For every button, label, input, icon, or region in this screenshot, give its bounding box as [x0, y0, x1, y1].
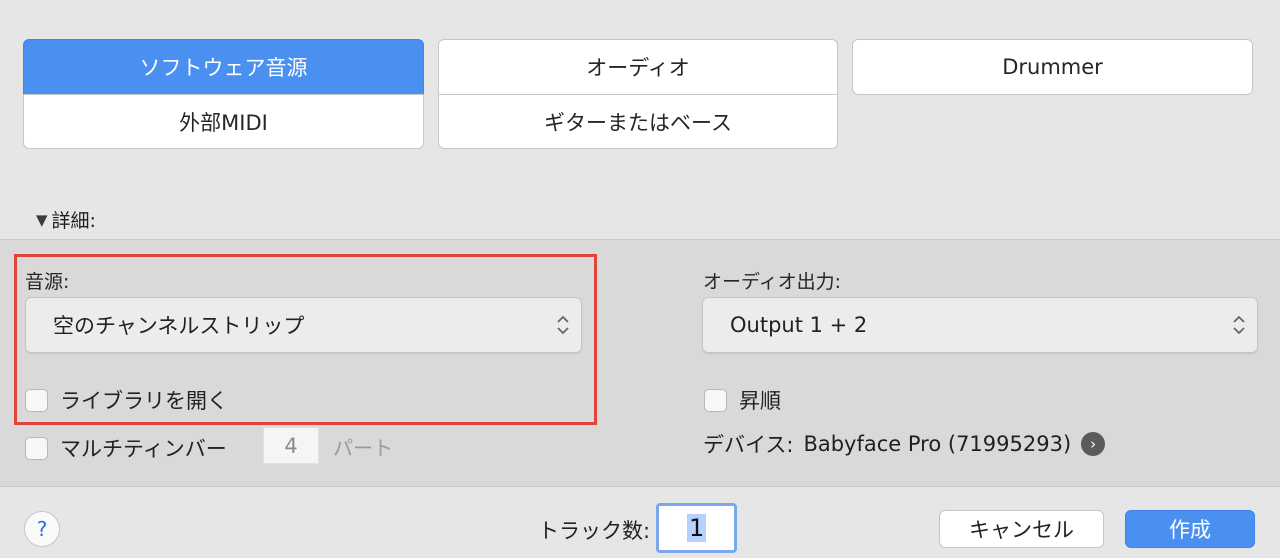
open-library-label: ライブラリを開く	[60, 389, 228, 413]
instrument-label: 音源:	[25, 271, 70, 293]
audio-output-popup[interactable]: Output 1 + 2	[702, 297, 1258, 353]
disclosure-triangle-down-icon: ▼	[36, 210, 48, 229]
up-down-chevrons-icon	[1233, 315, 1245, 335]
checkbox-box[interactable]	[25, 388, 48, 412]
software-instrument-button[interactable]: ソフトウェア音源	[23, 39, 424, 95]
track-type-panel: ソフトウェア音源 外部MIDI オーディオ ギターまたはベース Drummer …	[0, 0, 1280, 240]
audio-button[interactable]: オーディオ	[438, 39, 838, 95]
guitar-bass-button[interactable]: ギターまたはベース	[438, 94, 838, 149]
parts-unit-label: パート	[333, 436, 393, 460]
device-value: Babyface Pro (71995293)	[803, 432, 1072, 456]
help-icon: ?	[36, 517, 48, 541]
details-toggle[interactable]: ▼ 詳細:	[36, 206, 96, 233]
instrument-popup[interactable]: 空のチャンネルストリップ	[25, 297, 582, 353]
external-midi-button[interactable]: 外部MIDI	[23, 94, 424, 149]
cancel-button[interactable]: キャンセル	[939, 510, 1104, 548]
ascending-checkbox[interactable]: 昇順	[704, 385, 781, 415]
device-label: デバイス:	[703, 433, 794, 457]
up-down-chevrons-icon	[557, 315, 569, 335]
create-button[interactable]: 作成	[1125, 510, 1255, 548]
checkbox-box[interactable]	[704, 388, 727, 412]
device-row: デバイス: Babyface Pro (71995293) ›	[703, 429, 1106, 459]
open-library-checkbox[interactable]: ライブラリを開く	[25, 385, 228, 415]
audio-output-value: Output 1 + 2	[730, 313, 868, 337]
drummer-button[interactable]: Drummer	[852, 39, 1253, 95]
multitimbral-label: マルチティンバー	[60, 437, 227, 461]
help-button[interactable]: ?	[24, 511, 60, 547]
audio-output-label: オーディオ出力:	[703, 271, 842, 293]
multitimbral-parts-field[interactable]: 4	[263, 427, 319, 464]
track-count-label: トラック数:	[538, 519, 651, 543]
checkbox-box[interactable]	[25, 436, 48, 460]
track-count-value: 1	[687, 514, 707, 542]
arrow-right-circle-icon[interactable]: ›	[1081, 432, 1106, 456]
details-label: 詳細:	[51, 210, 96, 232]
instrument-value: 空のチャンネルストリップ	[53, 314, 305, 338]
multitimbral-checkbox[interactable]: マルチティンバー	[25, 433, 227, 463]
ascending-label: 昇順	[739, 389, 781, 413]
track-count-input[interactable]: 1	[656, 503, 737, 553]
